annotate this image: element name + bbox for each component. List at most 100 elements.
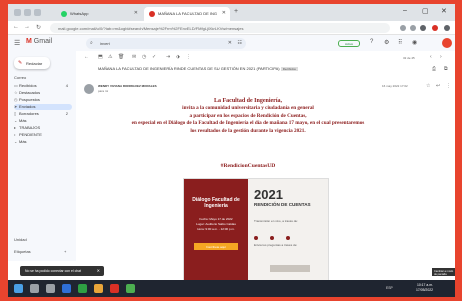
close-icon[interactable]: ✕ bbox=[97, 268, 100, 273]
poster-detail: Hora: 9:00 a.m. - 12:00 p.m. bbox=[197, 227, 235, 231]
back-icon[interactable]: ← bbox=[13, 24, 19, 30]
body-line: La Facultad de Ingeniería, bbox=[213, 98, 282, 104]
tab-whatsapp[interactable]: WhatsApp ✕ bbox=[56, 7, 142, 21]
sidebar-item-inbox[interactable]: ▭Recibidos 4 bbox=[14, 83, 72, 89]
update-icon[interactable] bbox=[432, 25, 438, 31]
excel-icon[interactable] bbox=[78, 284, 87, 293]
reply-icon[interactable]: ↩ bbox=[436, 83, 440, 89]
search-icon[interactable]: ⌕ bbox=[90, 40, 93, 46]
toast-text: No se ha podido conectar con el chat bbox=[25, 269, 81, 273]
body-line: a participar en los espacios de Rendició… bbox=[189, 112, 307, 119]
new-tab-button[interactable]: + bbox=[234, 8, 238, 15]
clear-icon[interactable]: ✕ bbox=[228, 40, 232, 46]
more-icon[interactable] bbox=[444, 25, 450, 31]
taskbar: ESP 10:17 a.m. 17/05/2022 bbox=[8, 280, 455, 297]
window-close-icon[interactable]: ✕ bbox=[441, 7, 447, 15]
status-selector[interactable]: Activo bbox=[338, 40, 360, 47]
hashtag: #RendicionCuentasUD bbox=[220, 163, 276, 169]
browser-window: WhatsApp ✕ MAÑANA LA FACULTAD DE ING ✕ +… bbox=[8, 4, 455, 280]
apps-icon[interactable]: ⠿ bbox=[398, 39, 402, 46]
minimize-icon[interactable]: – bbox=[403, 7, 407, 14]
settings-icon[interactable]: ⚙ bbox=[384, 39, 389, 46]
label-icon[interactable]: ⬗ bbox=[176, 54, 180, 60]
compose-button[interactable]: ✎ Redactar bbox=[14, 57, 50, 69]
event-poster-image[interactable]: Diálogo Facultad de Ingeniería Fecha: Ma… bbox=[183, 178, 329, 280]
archive-icon[interactable]: ⬒ bbox=[98, 54, 103, 60]
print-icon[interactable]: ⎙ bbox=[432, 66, 436, 72]
avatar bbox=[84, 84, 94, 94]
help-icon[interactable]: ? bbox=[370, 39, 373, 45]
task-view-icon[interactable] bbox=[46, 284, 55, 293]
move-icon[interactable]: ⇥ bbox=[166, 54, 170, 60]
sidebar-item-drafts[interactable]: ▯ Borradores 2 bbox=[14, 111, 72, 117]
sidebar-item-count: 2 bbox=[65, 111, 68, 116]
more-icon[interactable]: ⋮ bbox=[446, 83, 451, 89]
twitter-icon bbox=[286, 236, 290, 240]
chrome-icon[interactable] bbox=[126, 284, 135, 293]
gmail-logo[interactable]: M Gmail bbox=[26, 38, 52, 45]
search-input[interactable]: ⌕ invert ✕ ☷ bbox=[86, 38, 246, 49]
more-icon[interactable]: ⋮ bbox=[186, 54, 191, 60]
add-task-icon[interactable]: ✓ bbox=[152, 54, 156, 60]
poster-details: Fecha: Mayo 17 de 2022 Lugar: Auditorio … bbox=[188, 217, 244, 232]
profile-icon[interactable] bbox=[420, 25, 426, 31]
hamburger-menu-icon[interactable]: ☰ bbox=[14, 39, 20, 47]
account-icon[interactable]: ◉ bbox=[412, 39, 417, 46]
search-icon[interactable] bbox=[30, 284, 39, 293]
url-input[interactable]: mail.google.com/mail/u/0/?tab=rm&ogbl#se… bbox=[50, 23, 390, 33]
language-indicator[interactable]: ESP bbox=[386, 286, 393, 290]
extension-icon[interactable] bbox=[410, 25, 416, 31]
labels-header[interactable]: Unidad bbox=[14, 237, 27, 242]
windows-start-icon[interactable] bbox=[14, 284, 23, 293]
next-icon[interactable]: › bbox=[440, 54, 442, 60]
add-label-icon[interactable]: + bbox=[64, 249, 66, 254]
extension-icon[interactable] bbox=[400, 25, 406, 31]
folder-icon[interactable] bbox=[94, 284, 103, 293]
powerpoint-icon[interactable] bbox=[110, 284, 119, 293]
whatsapp-icon bbox=[61, 11, 67, 17]
history-icon[interactable] bbox=[34, 9, 41, 16]
tab-overview-icon[interactable] bbox=[24, 9, 31, 16]
sidebar-item-snoozed[interactable]: ◷ Pospuestos bbox=[14, 97, 72, 103]
maximize-icon[interactable]: ▢ bbox=[422, 7, 429, 15]
sender-name[interactable]: WENDY VIVIANA RODRIGUEZ MORALES bbox=[98, 84, 157, 88]
word-icon[interactable] bbox=[62, 284, 71, 293]
open-new-window-icon[interactable]: ⧉ bbox=[444, 66, 448, 72]
prev-icon[interactable]: ‹ bbox=[430, 54, 432, 60]
window-menu-icon[interactable] bbox=[14, 9, 21, 16]
sidebar: ✎ Redactar Correo ▭Recibidos 4 ☆Destacado… bbox=[8, 51, 76, 261]
clock[interactable]: 10:17 a.m. 17/05/2022 bbox=[416, 283, 433, 293]
snooze-icon[interactable]: ◷ bbox=[142, 54, 146, 60]
sidebar-item-trabajos[interactable]: ▸ TRABAJOS bbox=[14, 125, 72, 131]
tab-gmail[interactable]: MAÑANA LA FACULTAD DE ING ✕ bbox=[144, 7, 230, 21]
sidebar-item-more-labels[interactable]: ⌄ Más bbox=[14, 139, 72, 145]
reload-icon[interactable]: ↻ bbox=[36, 24, 41, 31]
avatar[interactable] bbox=[442, 38, 452, 48]
toast-notification: No se ha podido conectar con el chat ✕ bbox=[20, 266, 104, 276]
sidebar-item-label: Pospuestos bbox=[19, 97, 40, 102]
sidebar-item-more[interactable]: ⌄ Más bbox=[14, 118, 72, 124]
sidebar-item-label: PENDIENTE bbox=[19, 132, 42, 137]
labels-header: Etiquetas bbox=[14, 249, 31, 254]
sidebar-item-label: Más bbox=[19, 118, 27, 123]
filter-icon[interactable]: ☷ bbox=[238, 40, 242, 46]
sidebar-item-starred[interactable]: ☆Destacados bbox=[14, 90, 72, 96]
close-icon[interactable]: ✕ bbox=[134, 10, 138, 16]
sidebar-item-count: 4 bbox=[65, 83, 68, 88]
star-icon[interactable]: ☆ bbox=[426, 83, 430, 89]
mark-unread-icon[interactable]: ✉ bbox=[132, 54, 136, 60]
sidebar-item-sent[interactable]: ➤ Enviados bbox=[14, 104, 72, 110]
sidebar-item-label: Recibidos bbox=[19, 83, 37, 88]
sidebar-item-pendiente[interactable]: • PENDIENTE bbox=[14, 132, 72, 138]
back-arrow-icon[interactable]: ← bbox=[84, 54, 89, 60]
inbox-tag[interactable]: Recibidos bbox=[280, 67, 298, 71]
pencil-icon: ✎ bbox=[18, 60, 23, 66]
forward-icon[interactable]: → bbox=[24, 24, 30, 30]
delete-icon[interactable]: 🗑 bbox=[118, 54, 124, 60]
facebook-icon bbox=[270, 236, 274, 240]
gmail-icon bbox=[149, 11, 155, 17]
spam-icon[interactable]: ⚠ bbox=[108, 54, 112, 60]
close-icon[interactable]: ✕ bbox=[222, 10, 226, 16]
recipient-line[interactable]: para mí bbox=[98, 89, 108, 93]
poster-register-button: Inscríbete aquí bbox=[194, 243, 238, 250]
